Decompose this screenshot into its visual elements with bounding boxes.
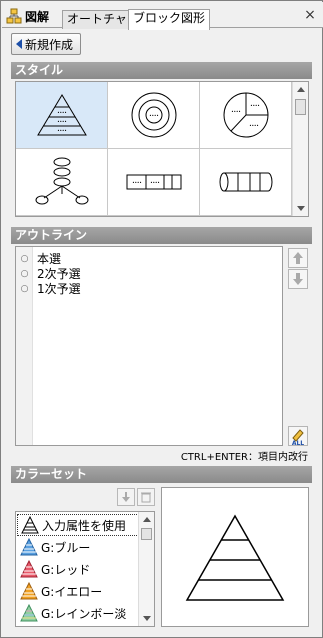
style-scrollbar[interactable]	[292, 82, 308, 216]
bullet-icon: ○	[20, 253, 29, 264]
trash-icon	[141, 492, 151, 503]
svg-text:••••: ••••	[57, 119, 66, 124]
segmented-bar-icon: •••• ••••	[126, 174, 181, 190]
svg-text:••••: ••••	[250, 103, 259, 108]
scroll-thumb[interactable]	[295, 99, 306, 115]
colorset-item[interactable]: G:イエロー	[17, 580, 139, 602]
app-title-label: 図解	[25, 9, 50, 24]
scroll-down-icon[interactable]	[297, 206, 305, 211]
colorset-item[interactable]: 入力属性を使用	[17, 514, 139, 536]
style-cylinder[interactable]	[200, 149, 292, 216]
svg-text:••••: ••••	[57, 110, 66, 115]
all-pencil-icon: ALL	[288, 426, 308, 447]
outline-item[interactable]: ○ 1次予選	[16, 281, 276, 296]
download-icon	[122, 492, 130, 502]
svg-text:••••: ••••	[150, 180, 159, 185]
colorset-list: 入力属性を使用 G:ブルー G:レッド G:イエロー G:レインボー淡	[15, 511, 155, 627]
svg-text:••••: ••••	[231, 109, 240, 114]
cylinder-icon	[219, 172, 272, 192]
pie-icon: •••• •••• ••••	[223, 92, 268, 138]
svg-text:ALL: ALL	[292, 440, 304, 446]
style-hub-spoke[interactable]	[16, 149, 108, 216]
style-segmented-bar[interactable]: •••• ••••	[108, 149, 200, 216]
bullet-icon: ○	[20, 268, 29, 279]
triangle-left-icon	[16, 39, 22, 49]
app-title: 図解	[6, 7, 49, 25]
style-concentric[interactable]: ••••	[108, 82, 200, 149]
pyramid-swatch-icon	[21, 516, 39, 534]
colorset-item[interactable]: G:ブルー	[17, 536, 139, 558]
svg-text:••••: ••••	[249, 123, 258, 128]
pyramid-swatch-icon	[20, 538, 38, 556]
download-button[interactable]	[117, 488, 135, 506]
tab-block-shapes[interactable]: ブロック図形	[128, 9, 211, 30]
new-button[interactable]: 新規作成	[11, 33, 81, 55]
arrow-down-icon	[293, 273, 303, 285]
hub-spoke-icon	[35, 157, 88, 205]
outline-hint: CTRL+ENTER：項目内改行	[180, 452, 308, 463]
outline-editor[interactable]: ○ 本選 ○ 2次予選 ○ 1次予選	[15, 246, 283, 446]
outline-item[interactable]: ○ 本選	[16, 251, 276, 266]
scroll-thumb[interactable]	[141, 528, 152, 540]
svg-text:••••: ••••	[57, 128, 66, 133]
pyramid-preview-icon	[185, 514, 285, 601]
outline-item[interactable]: ○ 2次予選	[16, 266, 276, 281]
colorset-toolbar	[117, 488, 155, 506]
concentric-icon: ••••	[131, 92, 176, 138]
svg-text:••••: ••••	[132, 180, 141, 185]
scroll-up-icon[interactable]	[297, 87, 305, 92]
panel-frame: 図解 オートチャート ブロック図形 × 新規作成 スタイル •••• •••• …	[0, 0, 323, 638]
colorset-scrollbar[interactable]	[138, 512, 154, 626]
outline-section-title: アウトライン	[11, 227, 312, 244]
colorset-item[interactable]: G:レインボー淡	[17, 602, 139, 624]
scroll-up-icon[interactable]	[143, 517, 151, 522]
move-up-button[interactable]	[288, 248, 308, 268]
arrow-up-icon	[293, 252, 303, 264]
pyramid-swatch-icon	[20, 560, 38, 578]
move-down-button[interactable]	[288, 269, 308, 289]
apply-all-button[interactable]: ALL	[288, 426, 308, 447]
svg-text:••••: ••••	[149, 113, 158, 118]
style-pie[interactable]: •••• •••• ••••	[200, 82, 292, 149]
pyramid-icon: •••• •••• ••••	[36, 94, 87, 136]
diagram-icon	[6, 8, 22, 24]
colorset-preview	[161, 487, 309, 627]
style-pyramid[interactable]: •••• •••• ••••	[16, 82, 108, 149]
style-section-title: スタイル	[11, 62, 312, 79]
panel-header: 図解 オートチャート ブロック図形 ×	[2, 2, 323, 30]
style-gallery: •••• •••• •••• •••• •••• •••• •••• •••• …	[15, 81, 309, 217]
colorset-item[interactable]: G:レッド	[17, 558, 139, 580]
bullet-icon: ○	[20, 283, 29, 294]
delete-button[interactable]	[137, 488, 155, 506]
scroll-down-icon[interactable]	[143, 616, 151, 621]
pyramid-swatch-icon	[20, 604, 38, 622]
color-section-title: カラーセット	[11, 466, 312, 483]
new-button-label: 新規作成	[25, 37, 74, 52]
pyramid-swatch-icon	[20, 582, 38, 600]
close-icon[interactable]: ×	[303, 8, 317, 22]
